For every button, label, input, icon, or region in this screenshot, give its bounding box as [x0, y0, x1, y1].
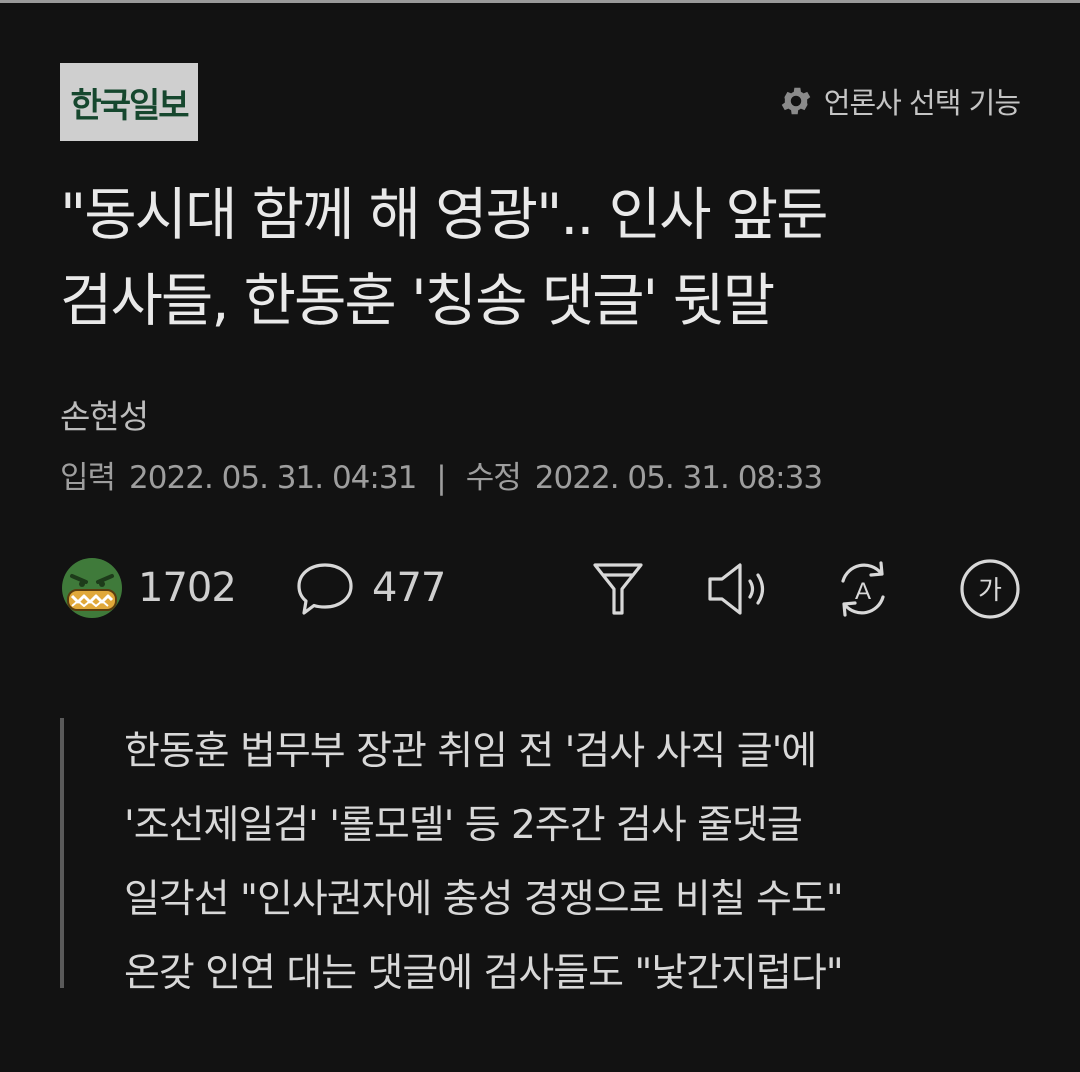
- reaction-button[interactable]: 1702: [60, 555, 237, 621]
- author-name[interactable]: 손현성: [60, 390, 149, 438]
- article-dates: 입력 2022. 05. 31. 04:31 | 수정 2022. 05. 31. 08…: [60, 452, 823, 497]
- summary-line-4: 온갖 인연 대는 댓글에 검사들도 "낯간지럽다": [124, 951, 844, 996]
- summary-line-3: 일각선 "인사권자에 충성 경쟁으로 비칠 수도": [124, 877, 844, 922]
- speaker-icon[interactable]: [706, 557, 770, 621]
- article-headline: "동시대 함께 해 영광".. 인사 앞둔 검사들, 한동훈 '칭송 댓글' 뒷…: [60, 172, 1040, 344]
- press-select-button[interactable]: 언론사 선택 기능: [778, 81, 1021, 121]
- input-label: 입력: [60, 460, 116, 496]
- headline-line-2: 검사들, 한동훈 '칭송 댓글' 뒷말: [60, 268, 775, 334]
- modified-date: 2022. 05. 31. 08:33: [534, 460, 823, 496]
- headline-line-1: "동시대 함께 해 영광".. 인사 앞둔: [60, 182, 829, 248]
- filter-icon[interactable]: [586, 557, 650, 621]
- article-toolbar: 1702 477 A 가: [60, 555, 1020, 621]
- press-logo[interactable]: 한국일보: [60, 63, 198, 141]
- reaction-count: 1702: [138, 565, 237, 611]
- comment-button[interactable]: 477: [294, 555, 446, 621]
- press-select-label: 언론사 선택 기능: [823, 86, 1021, 120]
- summary-line-1: 한동훈 법무부 장관 취임 전 '검사 사직 글'에: [124, 729, 817, 774]
- gear-icon: [781, 87, 811, 115]
- article-header: 한국일보 언론사 선택 기능: [60, 63, 1021, 141]
- press-logo-text: 한국일보: [70, 85, 189, 126]
- angry-face-icon: [62, 558, 122, 618]
- comment-count: 477: [372, 565, 446, 611]
- date-separator: |: [436, 460, 447, 496]
- summary-line-2: '조선제일검' '롤모델' 등 2주간 검사 줄댓글: [124, 803, 803, 848]
- modified-label: 수정: [465, 460, 522, 496]
- speech-bubble-icon: [297, 563, 353, 615]
- font-size-glyph: 가: [978, 576, 1002, 606]
- font-size-icon[interactable]: 가: [958, 557, 1022, 621]
- input-date: 2022. 05. 31. 04:31: [129, 460, 417, 496]
- translate-glyph: A: [855, 578, 871, 605]
- top-rule: [0, 0, 1080, 3]
- translate-icon[interactable]: A: [831, 557, 895, 621]
- article-summary: 한동훈 법무부 장관 취임 전 '검사 사직 글'에 '조선제일검' '롤모델'…: [60, 718, 1024, 996]
